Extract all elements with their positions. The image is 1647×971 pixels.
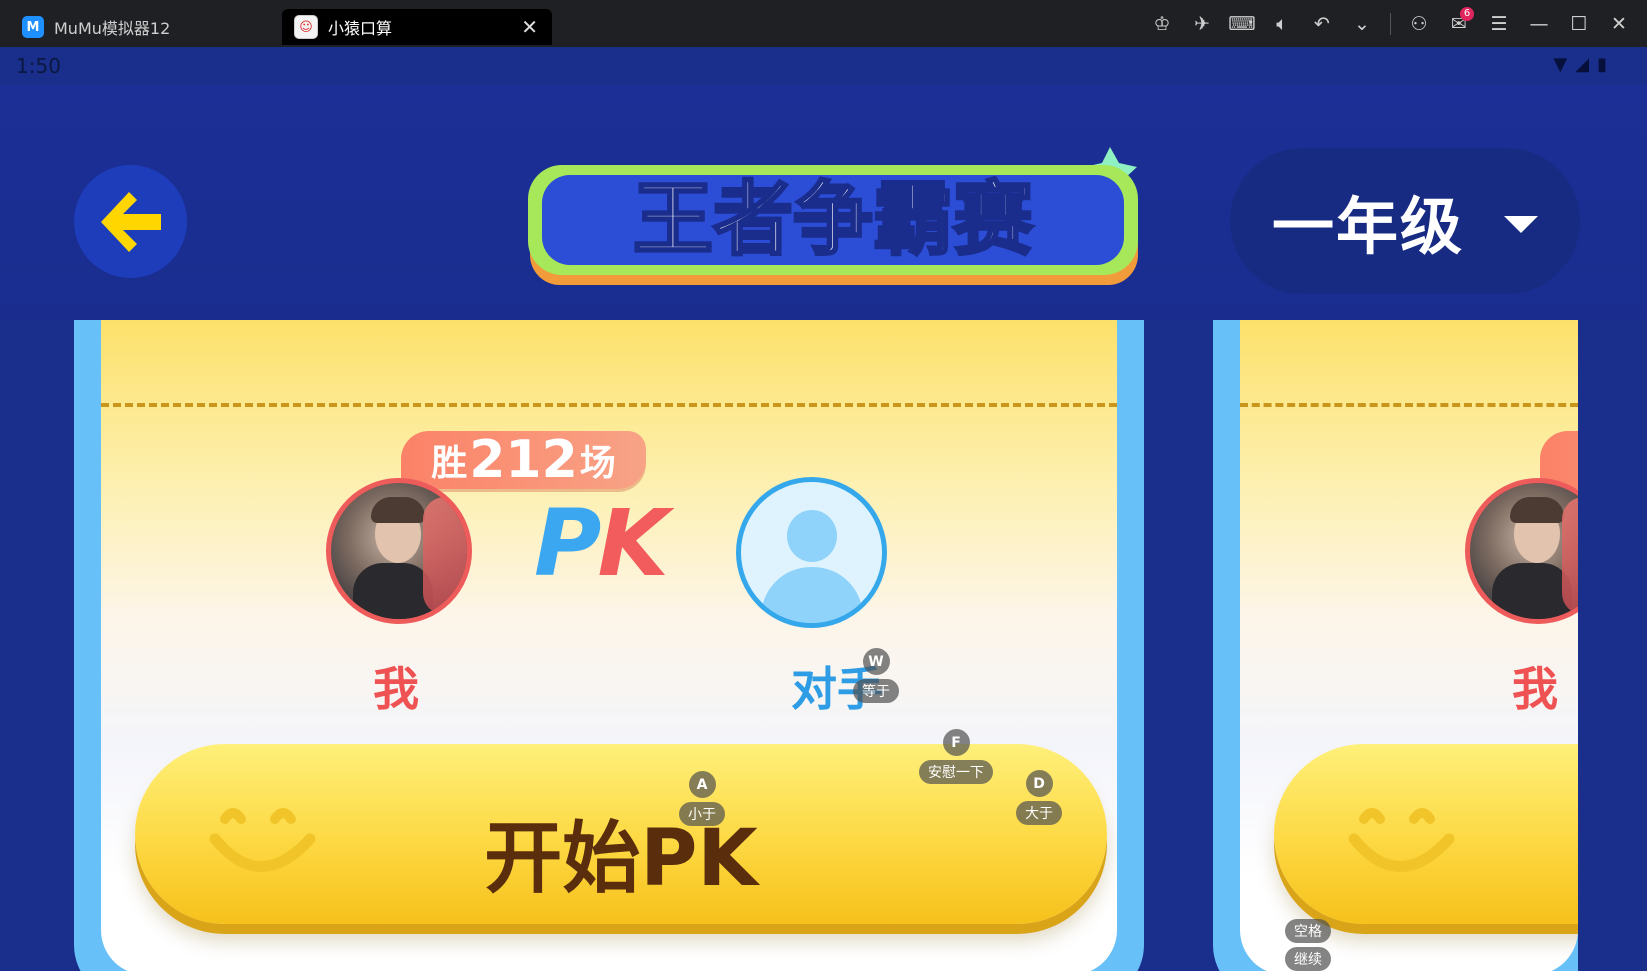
key-hint-a[interactable]: A 小于 (679, 771, 725, 826)
opponent-avatar (736, 477, 887, 628)
pk-card-body: 胜 212 场 PK 我 对手 开始PK (101, 320, 1117, 971)
key-hint-w[interactable]: W 等于 (853, 648, 899, 703)
battery-icon: ▮ (1597, 54, 1607, 75)
keyboard-icon[interactable]: ⌨ (1222, 4, 1262, 44)
key-hint-space[interactable]: 空格 继续 (1285, 919, 1331, 971)
key-hint-d[interactable]: D 大于 (1016, 770, 1062, 825)
signal-icon: ◢ (1575, 54, 1590, 75)
controller-icon[interactable]: ♔ (1142, 4, 1182, 44)
tab-label: MuMu模拟器12 (54, 19, 171, 38)
ticket-notch-left (74, 382, 99, 432)
back-arrow-icon (100, 191, 161, 252)
wins-badge: 胜 212 场 (401, 430, 646, 490)
start-pk-button-next[interactable] (1274, 744, 1578, 924)
me-label: 我 (373, 662, 419, 716)
key-label: 等于 (853, 679, 899, 703)
dropdown-triangle-icon (1504, 215, 1538, 233)
app-icon: ☺ (294, 15, 318, 39)
smile-icon (1348, 808, 1455, 872)
chevron-down-icon[interactable]: ⌄ (1342, 4, 1382, 44)
android-status-bar: 1:50 ▼ ◢ ▮ (0, 47, 1647, 85)
dashed-divider (1240, 403, 1578, 407)
grade-label: 一年级 (1271, 190, 1464, 263)
tab-mumu[interactable]: M MuMu模拟器12 (10, 9, 280, 45)
undo-icon[interactable]: ↶ (1302, 4, 1342, 44)
volume-icon[interactable]: 🔈︎ (1262, 4, 1302, 44)
minimize-icon[interactable]: — (1519, 4, 1559, 44)
key-label: 小于 (679, 802, 725, 826)
menu-icon[interactable]: ☰ (1479, 4, 1519, 44)
tab-label: 小猿口算 (328, 19, 393, 38)
key-label: 空格 (1285, 919, 1331, 943)
key-label: 安慰一下 (919, 760, 993, 784)
dashed-divider (101, 403, 1117, 407)
wins-suffix: 场 (579, 443, 616, 484)
my-avatar (326, 478, 472, 624)
wins-count: 212 (469, 430, 578, 490)
pin-icon[interactable]: ✈ (1182, 4, 1222, 44)
ticket-notch-left (1213, 382, 1238, 432)
game-header: 王者争霸赛 一年级 (0, 85, 1647, 320)
tab-app[interactable]: ☺ 小猿口算 ✕ (282, 9, 552, 45)
grade-select[interactable]: 一年级 (1230, 148, 1580, 294)
pk-k: K (597, 490, 668, 597)
wins-prefix: 胜 (431, 443, 468, 484)
key-w: W (862, 648, 890, 675)
close-icon[interactable]: ✕ (1599, 4, 1639, 44)
ticket-notch-right (1119, 382, 1144, 432)
pk-card: 胜 212 场 PK 我 对手 开始PK (74, 320, 1144, 971)
key-a: A (688, 771, 716, 798)
title-text: 王者争霸赛 (633, 175, 1034, 264)
close-tab-icon[interactable]: ✕ (521, 15, 538, 39)
pk-card-next: 胜 我 (1213, 320, 1578, 971)
pk-label: PK (534, 490, 669, 597)
mumu-icon: M (22, 16, 44, 38)
user-icon[interactable]: ⚇ (1399, 4, 1439, 44)
status-time: 1:50 (16, 54, 61, 78)
pk-card-next-body: 胜 我 (1240, 320, 1578, 971)
back-button[interactable] (74, 165, 187, 278)
title-logo: 王者争霸赛 (476, 135, 1150, 299)
maximize-icon[interactable]: ☐ (1559, 4, 1599, 44)
mail-icon[interactable]: ✉ 6 (1439, 4, 1479, 44)
key-label: 继续 (1285, 947, 1331, 971)
title-logo-graphic: 王者争霸赛 (476, 147, 1138, 299)
divider (1390, 12, 1391, 35)
key-hint-f[interactable]: F 安慰一下 (919, 729, 993, 784)
key-f: F (942, 729, 970, 756)
key-label: 大于 (1016, 801, 1062, 825)
title-bar: M MuMu模拟器12 ☺ 小猿口算 ✕ ♔ ✈ ⌨ 🔈︎ ↶ ⌄ ⚇ ✉ 6 ☰… (0, 0, 1647, 47)
wifi-icon: ▼ (1553, 54, 1568, 75)
me-label-next: 我 (1512, 662, 1558, 716)
my-avatar-next (1465, 478, 1578, 624)
mail-badge: 6 (1460, 6, 1474, 21)
key-d: D (1025, 770, 1053, 797)
emulator-window: M MuMu模拟器12 ☺ 小猿口算 ✕ ♔ ✈ ⌨ 🔈︎ ↶ ⌄ ⚇ ✉ 6 ☰… (0, 0, 1647, 971)
pk-p: P (534, 490, 601, 597)
start-pk-label: 开始PK (484, 814, 758, 904)
